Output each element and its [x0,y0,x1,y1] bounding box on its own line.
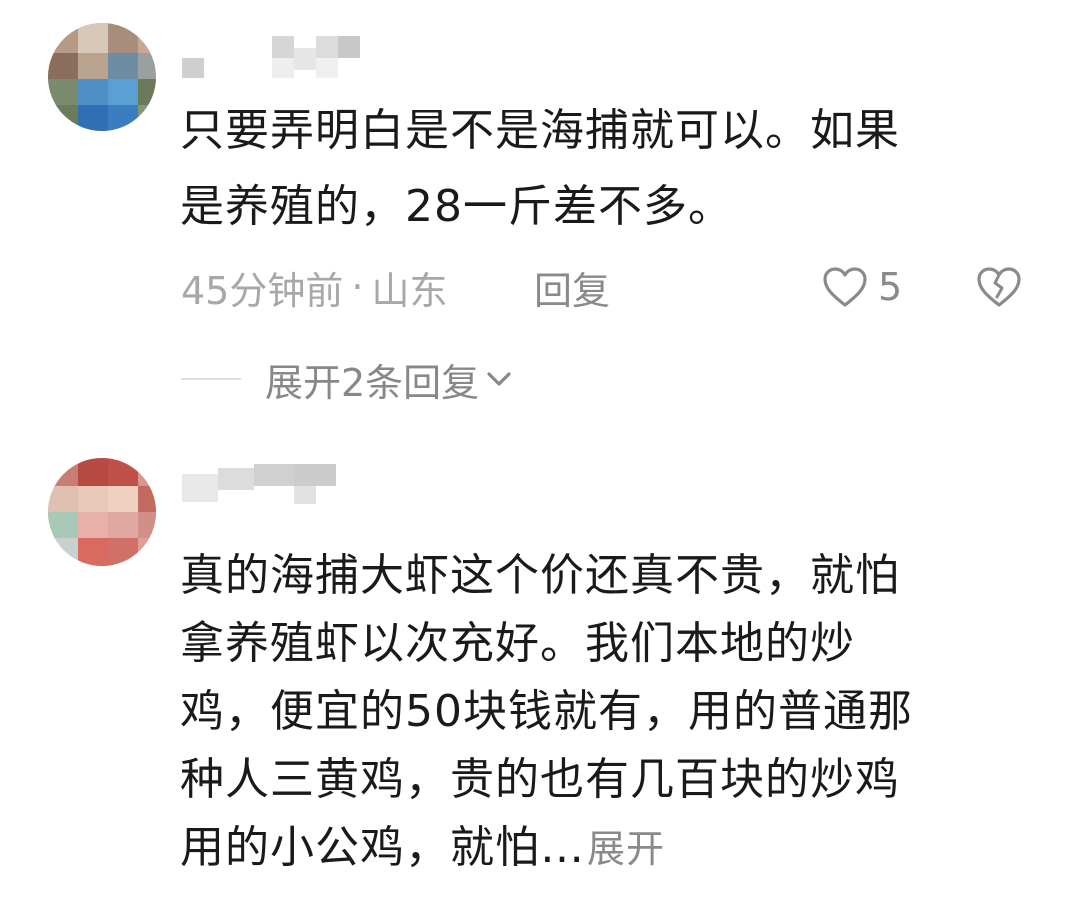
chevron-down-icon [485,369,513,389]
comment-text-last-line: 用的小公鸡，就怕…展开 [180,814,913,883]
comment-text: 真的海捕大虾这个价还真不贵，就怕 拿养殖虾以次充好。我们本地的炒 鸡，便宜的50… [180,542,913,883]
meta-separator: · [351,265,364,309]
reply-button[interactable]: 回复 [534,262,610,313]
comment-text-line: 拿养殖虾以次充好。我们本地的炒 [180,618,855,669]
comment-meta: 45分钟前 · 山东 [181,262,448,313]
comment-list: 只要弄明白是不是海捕就可以。如果 是养殖的，28一斤差不多。 45分钟前 · 山… [0,0,1080,901]
user-avatar[interactable] [48,23,156,131]
comment-text-line: 是养殖的，28一斤差不多。 [180,181,733,232]
heart-outline-icon [822,266,868,308]
comment-text-line: 用的小公鸡，就怕… [180,822,585,873]
comment-text: 只要弄明白是不是海捕就可以。如果 是养殖的，28一斤差不多。 [180,104,900,234]
dislike-button[interactable] [974,262,1024,312]
comment-time: 45分钟前 [181,268,344,313]
user-avatar[interactable] [48,458,156,566]
comment-text-line: 只要弄明白是不是海捕就可以。如果 [180,105,900,156]
comment-location: 山东 [371,268,448,313]
comment-text-line: 真的海捕大虾这个价还真不贵，就怕 [180,550,900,601]
expand-replies-label: 展开2条回复 [265,360,480,405]
comment-text-line: 鸡，便宜的50块钱就有，用的普通那 [180,686,913,737]
like-button[interactable]: 5 [822,262,902,312]
divider-line [181,378,241,380]
comment-text-line: 种人三黄鸡，贵的也有几百块的炒鸡 [180,754,900,805]
like-count: 5 [878,265,903,309]
expand-replies-button[interactable]: 展开2条回复 [181,352,513,406]
broken-heart-icon [976,266,1022,308]
expand-text-link[interactable]: 展开 [587,827,665,871]
